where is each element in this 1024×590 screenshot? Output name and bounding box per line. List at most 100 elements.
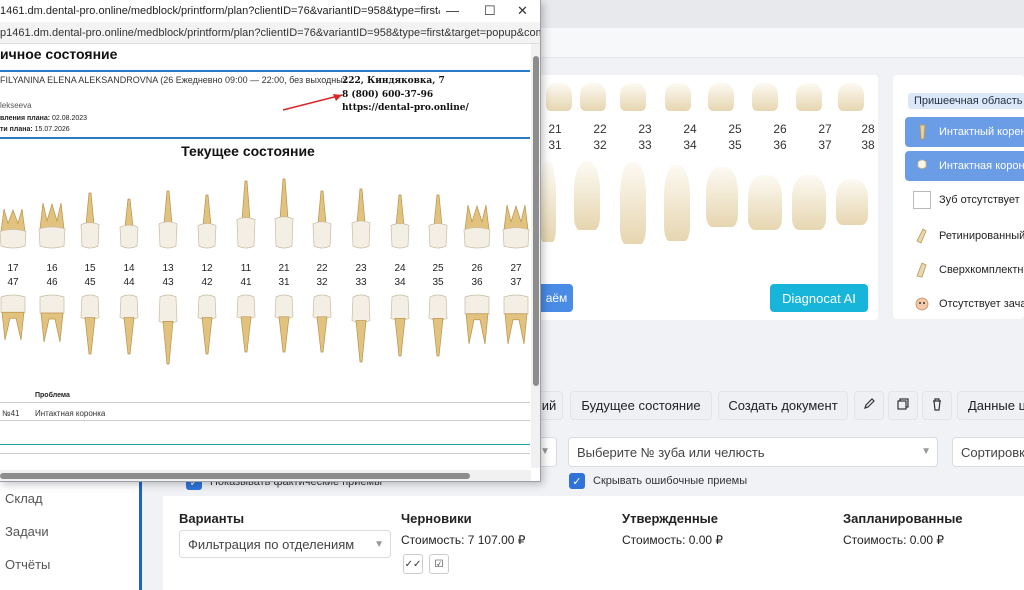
diagnocat-ai-button[interactable]: Diagnocat AI: [770, 284, 868, 312]
plan-valid-value: 15.07.2026: [34, 126, 70, 133]
bg-tooth-number: 34: [683, 138, 697, 152]
create-document-button[interactable]: Создать документ: [718, 391, 848, 420]
bg-tooth[interactable]: [706, 167, 738, 227]
double-check-button[interactable]: ✓✓: [403, 554, 423, 574]
bg-tooth-crown[interactable]: [708, 83, 734, 111]
data-button[interactable]: Данные ц: [957, 391, 1024, 420]
retained-tooth-icon: [913, 227, 931, 245]
upper-tooth-number: 17: [7, 263, 19, 274]
table-header-problem: Проблема: [35, 392, 70, 399]
legend-item-retained[interactable]: Ретинированный: [905, 221, 1024, 251]
popup-title: 1461.dm.dental-pro.online/medblock/print…: [0, 5, 440, 17]
bg-tooth-crown[interactable]: [580, 83, 606, 111]
chevron-down-icon: ▼: [374, 539, 384, 550]
bg-tooth-crown[interactable]: [752, 83, 778, 111]
upper-tooth: [428, 194, 448, 249]
bg-tooth-number: 23: [638, 122, 652, 136]
edit-button[interactable]: [854, 391, 884, 420]
upper-tooth-number: 21: [278, 263, 290, 274]
legend-item-no-germ[interactable]: Отсутствует зачаток: [905, 289, 1024, 319]
footer-divider: [0, 453, 530, 454]
legend-item-supernumerary[interactable]: Сверхкомплектный: [905, 255, 1024, 285]
upper-tooth-number: 16: [46, 263, 58, 274]
lower-tooth-number: 35: [432, 277, 444, 288]
scroll-thumb[interactable]: [533, 56, 539, 386]
legend-item-missing[interactable]: Зуб отсутствует: [905, 185, 1024, 215]
popup-address-bar[interactable]: p1461.dm.dental-pro.online/medblock/prin…: [0, 22, 541, 44]
bg-tooth[interactable]: [836, 179, 868, 225]
upper-tooth-number: 24: [394, 263, 406, 274]
plan-valid: ти плана: 15.07.2026: [0, 126, 70, 133]
maximize-icon[interactable]: ☐: [484, 3, 496, 19]
legend-item-intact-crown[interactable]: Интактная коронка: [905, 151, 1024, 181]
bg-tooth-crown[interactable]: [665, 83, 691, 111]
hide-errors-checkbox[interactable]: ✓: [569, 473, 585, 489]
planned-heading: Запланированные: [843, 511, 963, 526]
vertical-scrollbar[interactable]: [531, 44, 540, 468]
bg-tooth-number: 24: [683, 122, 697, 136]
legend-item-intact-root[interactable]: Интактный корень: [905, 117, 1024, 147]
sort-select[interactable]: Сортировка: [952, 437, 1024, 467]
bg-tooth-number: 26: [773, 122, 787, 136]
planned-cost: Стоимость: 0.00 ₽: [843, 533, 945, 547]
legend-header: Пришеечная область: [908, 93, 1024, 109]
bg-tooth[interactable]: [540, 162, 556, 242]
doc-title: ичное состояние: [0, 46, 118, 62]
lower-tooth: [464, 294, 490, 345]
upper-tooth-number: 23: [355, 263, 367, 274]
future-state-button[interactable]: Будущее состояние: [570, 391, 712, 420]
sidebar-item-warehouse[interactable]: Склад: [5, 491, 43, 506]
section-divider: [0, 444, 530, 445]
lower-tooth-number: 43: [162, 277, 174, 288]
sidebar-item-tasks[interactable]: Задачи: [5, 524, 49, 539]
patient-name: lekseeva: [0, 101, 32, 110]
bg-tooth[interactable]: [792, 175, 826, 230]
popup-url: p1461.dm.dental-pro.online/medblock/prin…: [0, 26, 541, 39]
bg-tooth-crown[interactable]: [796, 83, 822, 111]
bg-tooth-crown[interactable]: [620, 83, 646, 111]
bg-tooth-crown[interactable]: [546, 83, 572, 111]
lower-tooth-number: 31: [278, 277, 290, 288]
tooth-root-icon: [913, 123, 931, 141]
tooth-select[interactable]: Выберите № зуба или челюсть ▼: [568, 437, 938, 467]
bg-tooth-crown[interactable]: [838, 83, 864, 111]
scroll-thumb[interactable]: [0, 473, 470, 479]
upper-tooth: [312, 190, 332, 249]
upper-tooth-number: 11: [240, 263, 252, 274]
partial-blue-button[interactable]: аём: [540, 284, 573, 312]
chevron-down-icon: ▼: [921, 446, 931, 457]
bg-tooth[interactable]: [574, 162, 600, 230]
department-filter-placeholder: Фильтрация по отделениям: [188, 536, 355, 552]
tooth-crown-icon: [913, 157, 931, 175]
department-filter-select[interactable]: Фильтрация по отделениям ▼: [179, 530, 391, 558]
table-row-tooth: №41: [2, 409, 20, 418]
upper-tooth-number: 15: [84, 263, 96, 274]
plans-panel: Варианты Фильтрация по отделениям ▼ Черн…: [163, 496, 1024, 590]
lower-tooth: [158, 294, 178, 365]
lower-tooth: [236, 294, 256, 353]
upper-tooth: [197, 194, 217, 249]
lower-tooth: [274, 294, 294, 353]
legend-item-label: Сверхкомплектный: [939, 264, 1024, 276]
upper-tooth: [158, 190, 178, 249]
lower-tooth-number: 33: [355, 277, 367, 288]
checkbox-button[interactable]: ☑: [429, 554, 449, 574]
tooth-legend-panel: Пришеечная область Интактный корень Инта…: [893, 75, 1024, 319]
upper-tooth-number: 27: [510, 263, 522, 274]
sidebar-item-reports[interactable]: Отчёты: [5, 557, 50, 572]
minimize-icon[interactable]: —: [446, 3, 459, 18]
upper-tooth-number: 14: [123, 263, 135, 274]
copy-button[interactable]: [888, 391, 918, 420]
lower-tooth-number: 34: [394, 277, 406, 288]
bg-tooth[interactable]: [620, 162, 646, 244]
lower-tooth-number: 32: [316, 277, 328, 288]
lower-tooth: [390, 294, 410, 357]
clinic-address: 222, Киндяковка, 7: [342, 76, 445, 86]
bg-tooth[interactable]: [664, 165, 690, 241]
table-divider: [0, 420, 530, 421]
bg-tooth[interactable]: [748, 175, 782, 230]
close-icon[interactable]: ✕: [517, 3, 528, 19]
delete-button[interactable]: [922, 391, 952, 420]
horizontal-scrollbar[interactable]: [0, 470, 531, 481]
legend-item-label: Отсутствует зачаток: [939, 298, 1024, 310]
